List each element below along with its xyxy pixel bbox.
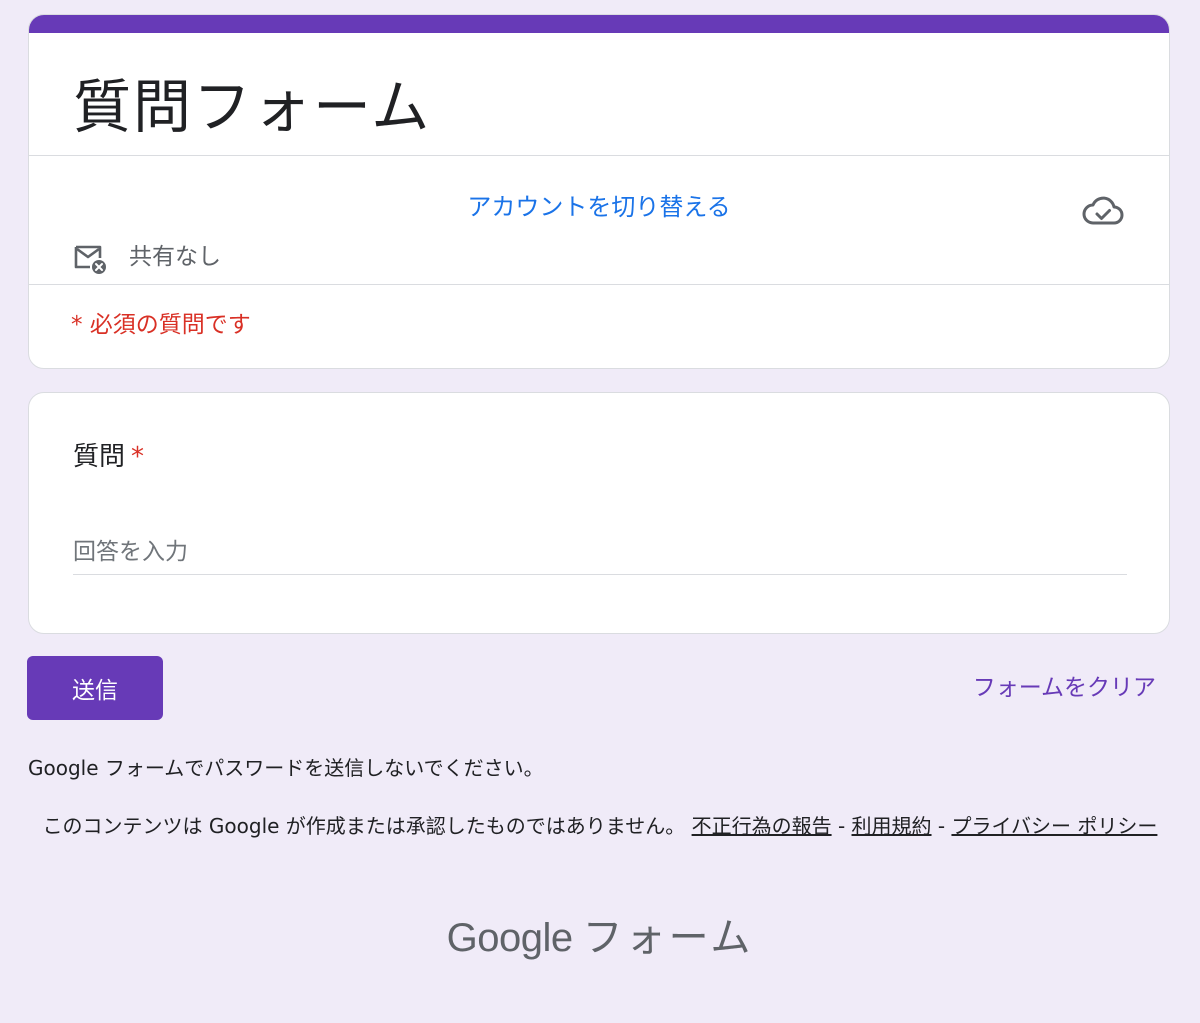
brand-product: フォーム [582, 915, 754, 961]
google-forms-logo[interactable]: Google フォーム [0, 908, 1200, 968]
accent-bar [29, 15, 1169, 33]
form-header-card: 質問フォーム アカウントを切り替える 共有なし * 必須の質問です [28, 14, 1170, 369]
privacy-policy-link[interactable]: プライバシー ポリシー [951, 814, 1157, 838]
terms-link[interactable]: 利用規約 [852, 814, 932, 838]
question-card: 質問 * [28, 392, 1170, 634]
disclaimer: このコンテンツは Google が作成または承認したものではありません。 不正行… [40, 810, 1160, 842]
share-status: 共有なし [129, 244, 221, 270]
form-title: 質問フォーム [73, 73, 432, 141]
mail-not-shared-icon [74, 245, 106, 274]
password-warning: Google フォームでパスワードを送信しないでください。 [28, 756, 544, 780]
required-note: * 必須の質問です [71, 312, 251, 338]
submit-button[interactable]: 送信 [27, 656, 163, 720]
brand-google: Google [446, 916, 573, 960]
switch-account-link[interactable]: アカウントを切り替える [29, 187, 1169, 227]
separator: - [837, 814, 846, 838]
answer-input[interactable] [73, 529, 1127, 575]
clear-form-link[interactable]: フォームをクリア [973, 668, 1156, 708]
disclaimer-text: このコンテンツは Google が作成または承認したものではありません。 [42, 814, 686, 838]
divider [29, 155, 1169, 156]
cloud-check-icon [1082, 196, 1124, 225]
form-page: 質問フォーム アカウントを切り替える 共有なし * 必須の質問です 質問* 送信… [0, 0, 1200, 1023]
question-label: 質問 * [73, 437, 144, 477]
divider [29, 284, 1169, 285]
required-asterisk: * [131, 442, 145, 472]
report-abuse-link[interactable]: 不正行為の報告 [692, 814, 832, 838]
question-title: 質問 [73, 442, 126, 472]
separator: - [937, 814, 946, 838]
